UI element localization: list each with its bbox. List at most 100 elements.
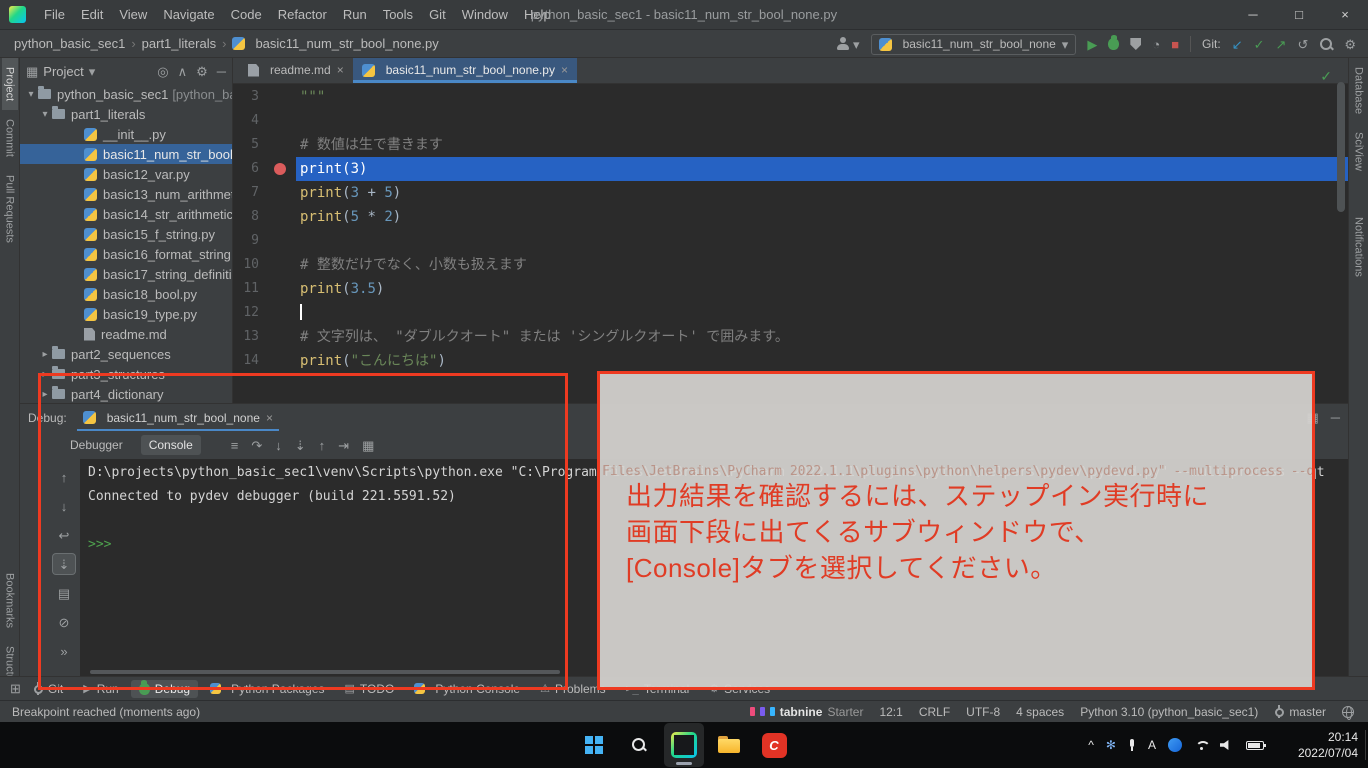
tree-item-basic17-string-definition-py[interactable]: basic17_string_definition.py [20,264,232,284]
line-separator-widget[interactable]: CRLF [919,705,950,719]
tray-app-icon[interactable] [1168,738,1182,752]
menu-refactor[interactable]: Refactor [270,0,335,30]
tree-expanded-arrow-icon[interactable]: ▾ [24,89,38,100]
coverage-button[interactable] [1130,38,1141,50]
stripe-item-notifications[interactable]: Notifications [1351,208,1367,286]
breadcrumb-item-part1-literals[interactable]: part1_literals [142,36,216,51]
stripe-item-sciview[interactable]: SciView [1351,123,1367,180]
hide-panel-icon[interactable]: ─ [217,65,226,78]
code-editor[interactable]: 3 """ 45 # 数値は生で書きます 6 print(3) 7 print(3 + 5) 8… [233,85,1348,403]
menu-tools[interactable]: Tools [375,0,421,30]
tree-item-basic18-bool-py[interactable]: basic18_bool.py [20,284,232,304]
menu-code[interactable]: Code [223,0,270,30]
line-number[interactable]: 5 [233,133,263,157]
hide-panel-icon[interactable]: ─ [1331,411,1340,424]
tabnine-widget[interactable]: tabnine Starter [750,705,864,719]
tree-expanded-arrow-icon[interactable]: ▾ [38,109,52,120]
inspections-ok-icon[interactable]: ✓ [1320,68,1332,85]
run-configuration-select[interactable]: basic11_num_str_bool_none ▾ [871,34,1077,55]
code-text[interactable] [296,109,1348,133]
line-number[interactable]: 9 [233,229,263,253]
breadcrumb-item-basic11-num-str-bool-none-py[interactable]: basic11_num_str_bool_none.py [232,36,438,51]
menu-file[interactable]: File [36,0,73,30]
run-button[interactable]: ▶ [1087,38,1097,51]
code-text[interactable]: # 整数だけでなく、小数も扱えます [296,253,1348,277]
stripe-item-pull-requests[interactable]: Pull Requests [2,166,18,252]
chevron-down-icon[interactable]: ▾ [89,65,96,78]
tree-item-readme-md[interactable]: readme.md [20,324,232,344]
gutter-icon-area[interactable] [263,277,296,301]
editor-scrollbar[interactable] [1337,82,1345,212]
tree-item-basic14-str-arithmetic-py[interactable]: basic14_str_arithmetic.py [20,204,232,224]
gutter-icon-area[interactable] [263,325,296,349]
stripe-item-database[interactable]: Database [1351,58,1367,123]
tree-item-basic19-type-py[interactable]: basic19_type.py [20,304,232,324]
tree-collapsed-arrow-icon[interactable]: ▸ [38,349,52,360]
menu-window[interactable]: Window [454,0,516,30]
close-tab-icon[interactable]: × [561,63,568,77]
user-account-button[interactable]: ▾ [836,37,860,51]
menu-run[interactable]: Run [335,0,375,30]
stripe-item-project[interactable]: Project [2,58,18,110]
gutter-icon-area[interactable] [263,109,296,133]
tray-overflow-chevron-icon[interactable]: ^ [1088,738,1094,752]
widgets-icon[interactable]: ✻ [1106,738,1116,752]
line-number[interactable]: 12 [233,301,263,325]
minimize-button[interactable]: ─ [1230,0,1276,30]
code-text[interactable]: print(3) [296,157,1348,181]
gutter-icon-area[interactable] [263,157,296,181]
ime-mode-icon[interactable]: A [1148,738,1156,752]
tree-item-basic16-format-string-py[interactable]: basic16_format_string.py [20,244,232,264]
tree-item-python-basic-sec1[interactable]: ▾python_basic_sec1[python_basic] [20,84,232,104]
code-text[interactable]: print(3 + 5) [296,181,1348,205]
collapse-all-icon[interactable]: ∧ [178,65,188,78]
recorder-app-button[interactable]: C [754,723,794,767]
stripe-item-bookmarks[interactable]: Bookmarks [2,564,18,637]
line-number[interactable]: 14 [233,349,263,373]
gutter-icon-area[interactable] [263,253,296,277]
tree-item-init-py[interactable]: __init__.py [20,124,232,144]
panel-settings-icon[interactable]: ⚙ [196,65,208,78]
gutter-icon-area[interactable] [263,181,296,205]
microphone-icon[interactable] [1128,739,1136,751]
interpreter-widget[interactable]: Python 3.10 (python_basic_sec1) [1080,705,1258,719]
gutter-icon-area[interactable] [263,349,296,373]
history-button[interactable]: ↺ [1297,38,1308,51]
code-text[interactable] [296,301,1348,325]
code-text[interactable]: """ [296,85,1348,109]
line-number[interactable]: 11 [233,277,263,301]
line-number[interactable]: 8 [233,205,263,229]
settings-button[interactable]: ⚙ [1344,38,1356,51]
menu-view[interactable]: View [111,0,155,30]
tool-window-switcher-icon[interactable]: ⊞ [10,682,21,695]
editor-tab-basic11-num-str-bool-none-py[interactable]: basic11_num_str_bool_none.py× [353,58,577,83]
stop-button[interactable]: ■ [1171,38,1179,51]
tree-item-part1-literals[interactable]: ▾part1_literals [20,104,232,124]
menu-git[interactable]: Git [421,0,454,30]
wifi-icon[interactable] [1194,740,1208,751]
caret-position-widget[interactable]: 12:1 [879,705,902,719]
gutter-icon-area[interactable] [263,133,296,157]
gutter-icon-area[interactable] [263,85,296,109]
close-button[interactable]: × [1322,0,1368,30]
locate-file-icon[interactable]: ◎ [157,65,168,78]
tree-item-part2-sequences[interactable]: ▸part2_sequences [20,344,232,364]
code-text[interactable]: # 数値は生で書きます [296,133,1348,157]
debug-button[interactable] [1108,38,1119,50]
code-text[interactable]: print(5 * 2) [296,205,1348,229]
menu-navigate[interactable]: Navigate [155,0,222,30]
search-everywhere-button[interactable] [1319,37,1333,51]
line-number[interactable]: 6 [233,157,263,181]
line-number[interactable]: 7 [233,181,263,205]
code-text[interactable] [296,229,1348,253]
line-number[interactable]: 4 [233,109,263,133]
gutter-icon-area[interactable] [263,301,296,325]
tree-item-basic15-f-string-py[interactable]: basic15_f_string.py [20,224,232,244]
line-number[interactable]: 3 [233,85,263,109]
battery-icon[interactable] [1246,741,1264,750]
file-explorer-button[interactable] [709,723,749,767]
git-update-button[interactable]: ↙ [1232,38,1243,51]
git-branch-widget[interactable]: master [1274,705,1326,719]
project-panel-title[interactable]: Project [43,64,83,79]
pycharm-app-button[interactable] [664,723,704,767]
